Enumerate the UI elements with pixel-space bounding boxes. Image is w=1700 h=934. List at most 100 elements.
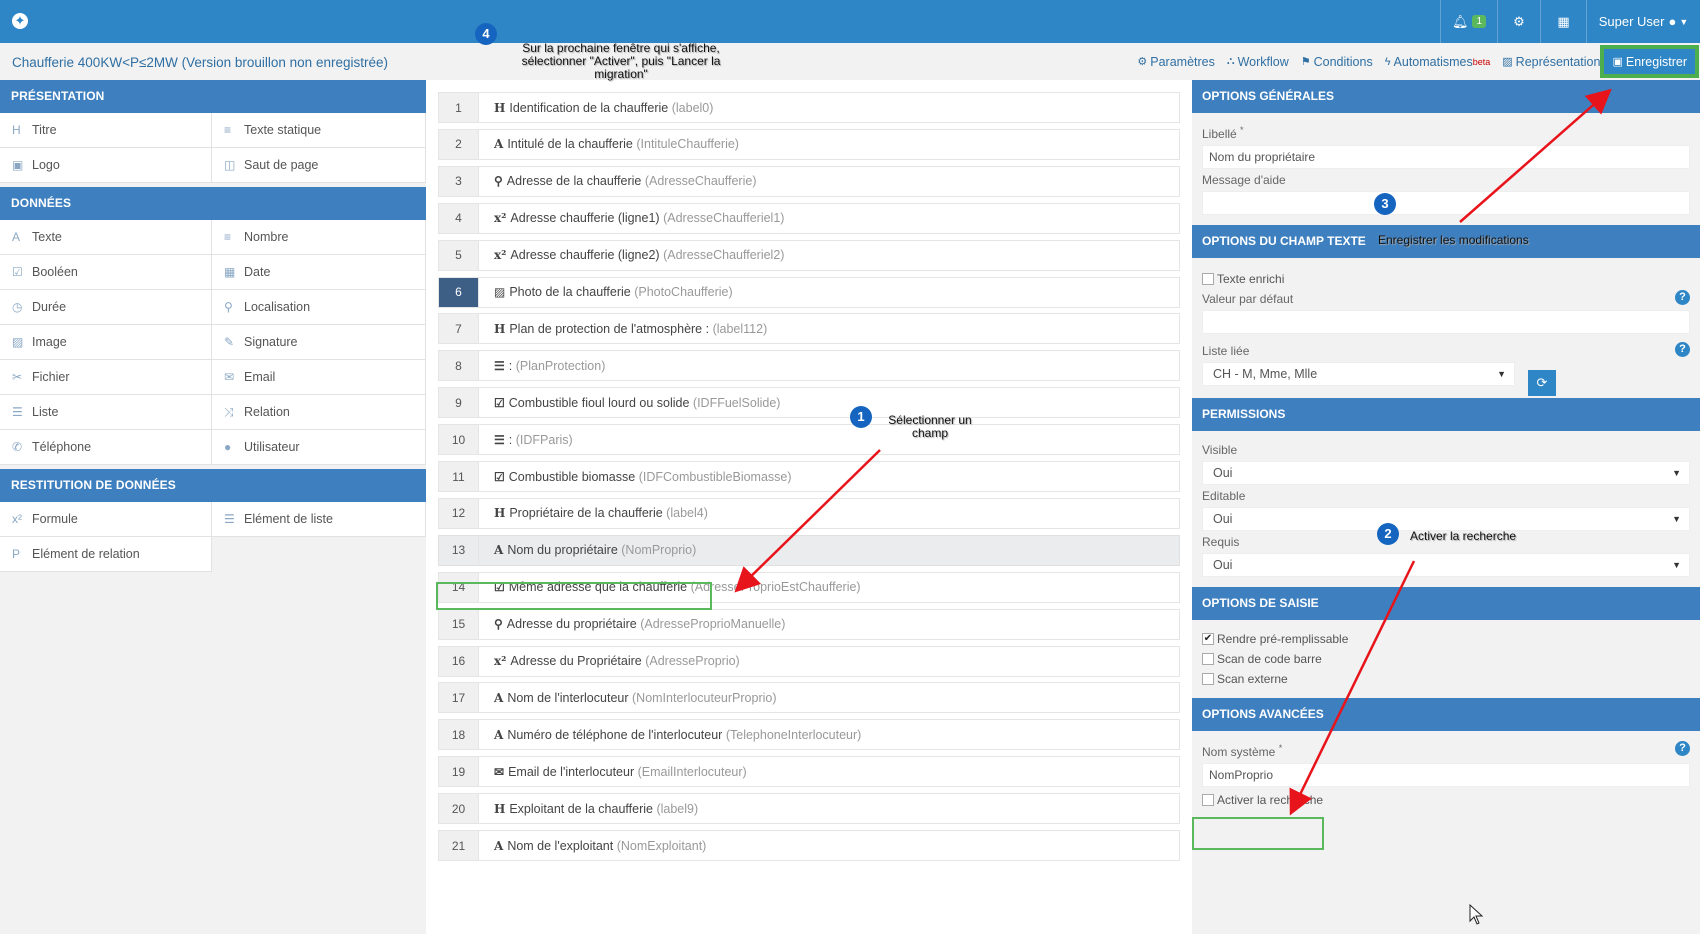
palette-item-localisation[interactable]: ⚲ Localisation [212, 290, 426, 325]
field-label: ☑ Combustible fioul lourd ou solide (IDFF… [479, 396, 780, 410]
field-label: ☰: (PlanProtection) [479, 359, 605, 373]
palette-item-duree[interactable]: ◷ Durée [0, 290, 212, 325]
form-field-row[interactable]: 15 ⚲ Adresse du propriétaire (AdressePropr… [438, 608, 1180, 640]
field-type-icon: A [494, 690, 504, 705]
apps-button[interactable]: ▦ [1540, 0, 1586, 43]
form-field-row[interactable]: 12 H Propriétaire de la chaufferie (label4… [438, 497, 1180, 529]
field-label: ✉ Email de l'interlocuteur (EmailInterloc… [479, 765, 747, 779]
notifications-button[interactable]: 🔔︎ 1 [1440, 0, 1497, 43]
activer-recherche-checkbox[interactable]: Activer la recherche [1202, 793, 1690, 807]
field-number: 11 [439, 462, 479, 491]
palette-item-texte-statique[interactable]: ≡ Texte statique [212, 113, 426, 148]
visible-label: Visible [1202, 443, 1238, 457]
form-field-row[interactable]: 16 x² Adresse du Propriétaire (AdresseProp… [438, 645, 1180, 677]
refresh-list-button[interactable]: ⟳ [1528, 370, 1556, 396]
section-donnees: DONNÉES [0, 187, 426, 220]
save-button[interactable]: ▣ Enregistrer [1600, 45, 1699, 78]
field-number: 6 [439, 277, 479, 307]
aide-input[interactable] [1202, 191, 1690, 215]
palette-item-formule[interactable]: x² Formule [0, 502, 212, 537]
libelle-input[interactable]: Nom du propriétaire [1202, 145, 1690, 169]
field-number: 20 [439, 794, 479, 824]
representation-button[interactable]: ▨ Représentation [1502, 55, 1600, 69]
automatismes-button[interactable]: ϟ Automatismes beta [1385, 55, 1491, 69]
conditions-button[interactable]: ⚑ Conditions [1301, 55, 1373, 69]
form-field-row[interactable]: 4 x² Adresse chaufferie (ligne1) (AdresseC… [438, 202, 1180, 234]
liste-select[interactable]: CH - M, Mme, Mlle ▼ [1202, 362, 1515, 386]
form-field-row[interactable]: 5 x² Adresse chaufferie (ligne2) (AdresseC… [438, 239, 1180, 271]
form-field-row[interactable]: 7 H Plan de protection de l'atmosphère : (… [438, 313, 1180, 345]
form-field-row[interactable]: 3 ⚲ Adresse de la chaufferie (AdresseChauf… [438, 165, 1180, 197]
relation-icon: ⤨ [224, 404, 234, 419]
palette-item-element-de-liste[interactable]: ☰ Elément de liste [212, 502, 426, 537]
form-field-row[interactable]: 20 H Exploitant de la chaufferie (label9) [438, 793, 1180, 825]
editable-select[interactable]: Oui ▼ [1202, 507, 1690, 531]
form-field-row[interactable]: 10 ☰: (IDFParis) [438, 424, 1180, 456]
checkbox-box[interactable] [1202, 794, 1214, 806]
checkbox-box[interactable] [1202, 653, 1214, 665]
palette-item-relation[interactable]: ⤨ Relation [212, 395, 426, 430]
form-field-row[interactable]: 11 ☑ Combustible biomasse (IDFCombustibleB… [438, 461, 1180, 492]
palette-item-telephone[interactable]: ✆ Téléphone [0, 430, 212, 465]
field-type-icon: A [494, 543, 504, 558]
defaut-input[interactable] [1202, 310, 1690, 334]
field-system-name: (EmailInterlocuteur) [637, 764, 747, 779]
field-type-icon: x² [494, 654, 507, 668]
checkbox-box[interactable] [1202, 673, 1214, 685]
workflow-button[interactable]: ⛬ Workflow [1227, 55, 1289, 69]
saut-de-page-icon: ◫ [224, 158, 236, 172]
formule-icon: x² [12, 512, 22, 526]
help-icon[interactable]: ? [1675, 290, 1690, 305]
checkbox-box[interactable] [1202, 273, 1214, 285]
palette-item-nombre[interactable]: ≡ Nombre [212, 220, 426, 255]
nombre-icon: ≡ [224, 230, 232, 244]
visible-select[interactable]: Oui ▼ [1202, 461, 1690, 485]
prerempli-checkbox[interactable]: ✔ Rendre pré-remplissable [1202, 632, 1690, 646]
field-system-name: (AdresseChaufferiel2) [663, 248, 785, 263]
field-type-icon: x² [494, 248, 507, 263]
form-field-row[interactable]: 9 ☑ Combustible fioul lourd ou solide (IDF… [438, 387, 1180, 419]
help-icon[interactable]: ? [1675, 342, 1690, 357]
palette-item-saut-de-page[interactable]: ◫ Saut de page [212, 148, 426, 183]
scan-externe-checkbox[interactable]: Scan externe [1202, 672, 1690, 686]
settings-button[interactable]: ⚙ [1497, 0, 1540, 43]
form-field-row[interactable]: 19 ✉ Email de l'interlocuteur (EmailInterl… [438, 756, 1180, 788]
field-type-icon: H [494, 100, 506, 115]
form-field-row[interactable]: 2 A Intitulé de la chaufferie (IntituleCha… [438, 128, 1180, 160]
home-icon[interactable]: ✦ [12, 13, 28, 29]
palette-item-element-de-relation[interactable]: P Elément de relation [0, 537, 212, 572]
palette-item-logo[interactable]: ▣ Logo [0, 148, 212, 183]
code-barre-checkbox[interactable]: Scan de code barre [1202, 652, 1690, 666]
palette-item-utilisateur[interactable]: ● Utilisateur [212, 430, 426, 465]
palette-item-email[interactable]: ✉ Email [212, 360, 426, 395]
parametres-button[interactable]: ⚙ Paramètres [1137, 55, 1214, 69]
form-field-row[interactable]: 18 A Numéro de téléphone de l'interlocuteu… [438, 719, 1180, 751]
nom-systeme-input[interactable]: NomProprio [1202, 763, 1690, 787]
palette-item-texte[interactable]: A Texte [0, 220, 212, 255]
field-label: x² Adresse chaufferie (ligne1) (AdresseCh… [479, 211, 784, 225]
palette-item-liste[interactable]: ☰ Liste [0, 395, 212, 430]
form-field-row[interactable]: 6 ▨ Photo de la chaufferie (PhotoChaufferi… [438, 276, 1180, 308]
palette-item-fichier[interactable]: ✂ Fichier [0, 360, 212, 395]
beta-badge: beta [1472, 56, 1491, 67]
palette-item-signature[interactable]: ✎ Signature [212, 325, 426, 360]
help-icon[interactable]: ? [1675, 741, 1690, 756]
form-field-row[interactable]: 13 A Nom du propriétaire (NomProprio) [438, 534, 1180, 566]
titre-icon: H [12, 123, 21, 137]
palette-item-date[interactable]: ▦ Date [212, 255, 426, 290]
form-field-row[interactable]: 17 A Nom de l'interlocuteur (NomInterlocut… [438, 682, 1180, 714]
user-menu[interactable]: Super User ● ▼ [1586, 0, 1700, 43]
requis-select[interactable]: Oui ▼ [1202, 553, 1690, 577]
form-field-row[interactable]: 8 ☰: (PlanProtection) [438, 350, 1180, 382]
palette-item-titre[interactable]: H Titre [0, 113, 212, 148]
checkbox-checked[interactable]: ✔ [1202, 633, 1214, 645]
field-title: : [508, 432, 513, 447]
field-label: A Nom de l'interlocuteur (NomInterlocuteu… [479, 691, 777, 705]
field-system-name: (IDFParis) [515, 432, 573, 447]
palette-item-booleen[interactable]: ☑ Booléen [0, 255, 212, 290]
palette-item-image[interactable]: ▨ Image [0, 325, 212, 360]
field-type-icon: ✉ [494, 764, 505, 779]
form-field-row[interactable]: 1 H Identification de la chaufferie (label… [438, 92, 1180, 123]
texte-enrichi-checkbox[interactable]: Texte enrichi [1202, 272, 1690, 286]
form-field-row[interactable]: 21 A Nom de l'exploitant (NomExploitant) [438, 830, 1180, 861]
